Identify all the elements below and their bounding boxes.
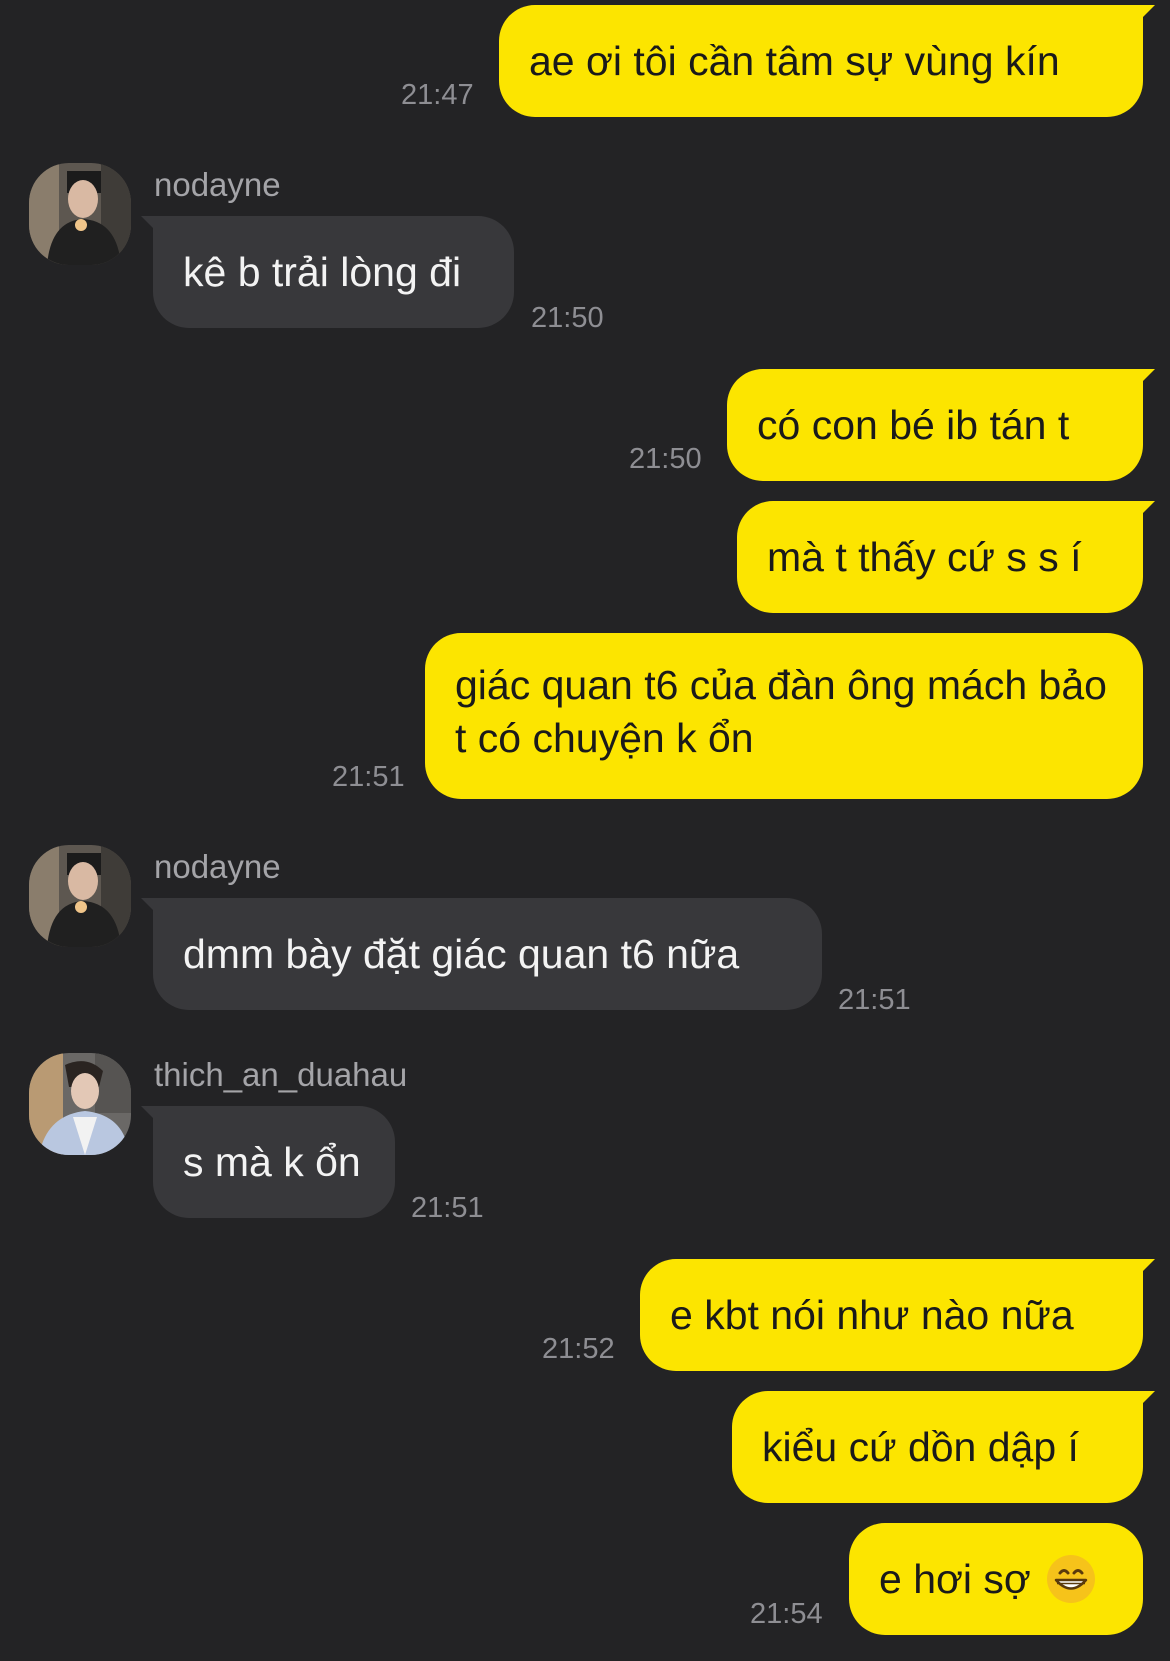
incoming-message[interactable]: dmm bày đặt giác quan t6 nữa (153, 898, 822, 1010)
sender-name: nodayne (154, 848, 281, 885)
message-timestamp: 21:52 (542, 1333, 615, 1365)
message-timestamp: 21:51 (838, 984, 911, 1016)
avatar-thich-an-duahau[interactable] (29, 1053, 131, 1155)
message-text: e hơi sợ (879, 1555, 1031, 1602)
avatar-photo (29, 1053, 131, 1155)
message-timestamp: 21:51 (332, 761, 405, 793)
message-text: kiểu cứ dồn dập í (762, 1423, 1079, 1470)
message-text: mà t thấy cứ s s í (767, 533, 1082, 580)
outgoing-message[interactable]: kiểu cứ dồn dập í (732, 1391, 1143, 1503)
incoming-message[interactable]: s mà k ổn (153, 1106, 395, 1218)
message-timestamp: 21:47 (401, 79, 474, 111)
message-text: giác quan t6 của đàn ông mách bảo t có c… (455, 662, 1107, 761)
avatar-photo (29, 845, 131, 947)
incoming-message[interactable]: kê b trải lòng đi (153, 216, 514, 328)
outgoing-message[interactable]: e kbt nói như nào nữa (640, 1259, 1143, 1371)
message-text: dmm bày đặt giác quan t6 nữa (183, 930, 740, 977)
message-text: ae ơi tôi cần tâm sự vùng kín (529, 37, 1060, 84)
outgoing-message[interactable]: e hơi sợ (849, 1523, 1143, 1635)
outgoing-message[interactable]: giác quan t6 của đàn ông mách bảo t có c… (425, 633, 1143, 799)
outgoing-message[interactable]: ae ơi tôi cần tâm sự vùng kín (499, 5, 1143, 117)
outgoing-message[interactable]: mà t thấy cứ s s í (737, 501, 1143, 613)
avatar-nodayne[interactable] (29, 845, 131, 947)
message-text: có con bé ib tán t (757, 401, 1070, 448)
sender-name: thich_an_duahau (154, 1056, 408, 1093)
message-text: kê b trải lòng đi (183, 248, 462, 295)
message-timestamp: 21:50 (629, 443, 702, 475)
grinning-face-emoji (1046, 1555, 1095, 1603)
avatar-photo (29, 163, 131, 265)
message-timestamp: 21:51 (411, 1192, 484, 1224)
sender-name: nodayne (154, 166, 281, 203)
outgoing-message[interactable]: có con bé ib tán t (727, 369, 1143, 481)
message-timestamp: 21:50 (531, 302, 604, 334)
message-timestamp: 21:54 (750, 1598, 823, 1630)
message-text: e kbt nói như nào nữa (670, 1291, 1074, 1338)
message-text: s mà k ổn (183, 1138, 361, 1185)
avatar-nodayne[interactable] (29, 163, 131, 265)
